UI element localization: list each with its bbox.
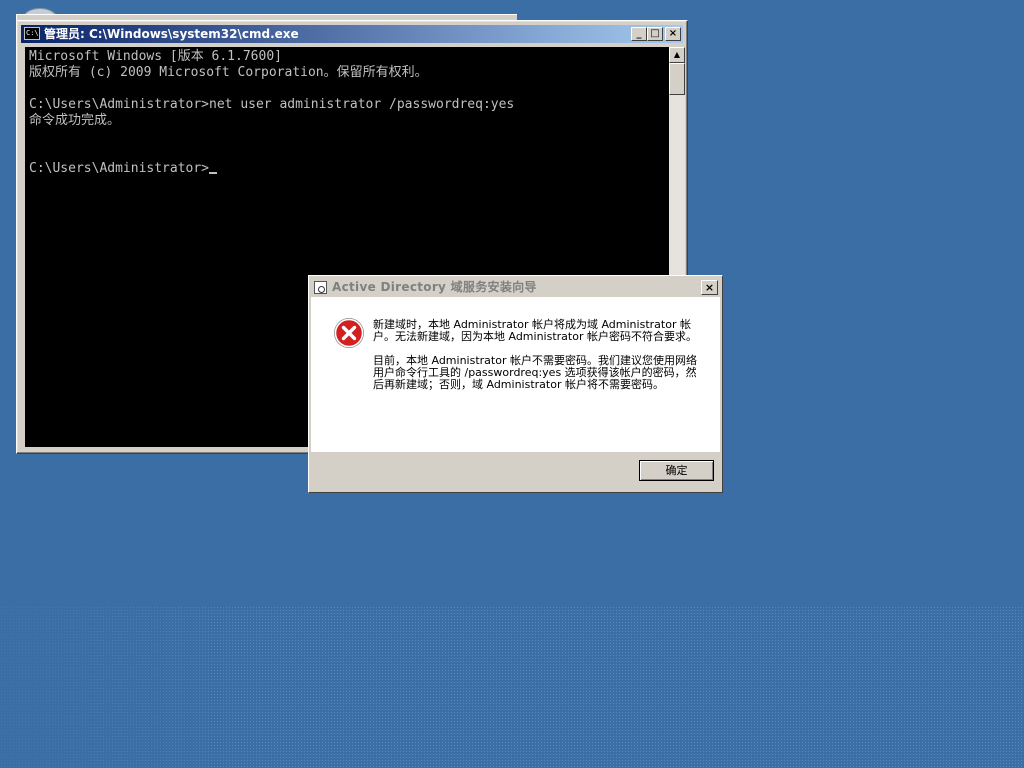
dialog-title: Active Directory 域服务安装向导 <box>332 280 537 294</box>
dialog-titlebar[interactable]: Active Directory 域服务安装向导 × <box>311 278 720 297</box>
ok-button[interactable]: 确定 <box>639 460 714 481</box>
console-line: 版权所有 (c) 2009 Microsoft Corporation。保留所有… <box>29 65 428 80</box>
maximize-button[interactable]: □ <box>647 27 663 41</box>
dialog-message-paragraph-1: 新建域时，本地 Administrator 帐户将成为域 Administrat… <box>373 318 697 343</box>
cmd-app-icon[interactable]: C:\ <box>24 27 40 40</box>
cmd-window-title: 管理员: C:\Windows\system32\cmd.exe <box>44 27 299 41</box>
ad-wizard-error-dialog[interactable]: Active Directory 域服务安装向导 × 新建域时，本地 Admin… <box>308 275 723 493</box>
wizard-app-icon <box>314 281 327 294</box>
dialog-message: 新建域时，本地 Administrator 帐户将成为域 Administrat… <box>373 319 703 403</box>
desktop-dither-pattern <box>0 606 1024 768</box>
close-button[interactable]: × <box>665 27 681 41</box>
text-cursor <box>209 172 218 174</box>
scrollbar-thumb[interactable] <box>669 63 685 95</box>
error-icon <box>334 318 364 348</box>
dialog-footer: 确定 <box>311 452 720 490</box>
cmd-titlebar[interactable]: C:\ 管理员: C:\Windows\system32\cmd.exe _ □… <box>21 25 683 43</box>
dialog-body: 新建域时，本地 Administrator 帐户将成为域 Administrat… <box>311 297 720 452</box>
console-prompt-line[interactable]: C:\Users\Administrator> <box>29 161 665 177</box>
dialog-close-button[interactable]: × <box>701 280 718 295</box>
console-prompt: C:\Users\Administrator> <box>29 161 210 176</box>
console-line: Microsoft Windows [版本 6.1.7600] <box>29 49 282 64</box>
minimize-button[interactable]: _ <box>631 27 647 41</box>
dialog-message-paragraph-2: 目前，本地 Administrator 帐户不需要密码。我们建议您使用网络用户命… <box>373 354 697 391</box>
scroll-up-button[interactable]: ▲ <box>669 47 685 63</box>
console-line: 命令成功完成。 <box>29 113 121 128</box>
console-line: C:\Users\Administrator>net user administ… <box>29 97 515 112</box>
